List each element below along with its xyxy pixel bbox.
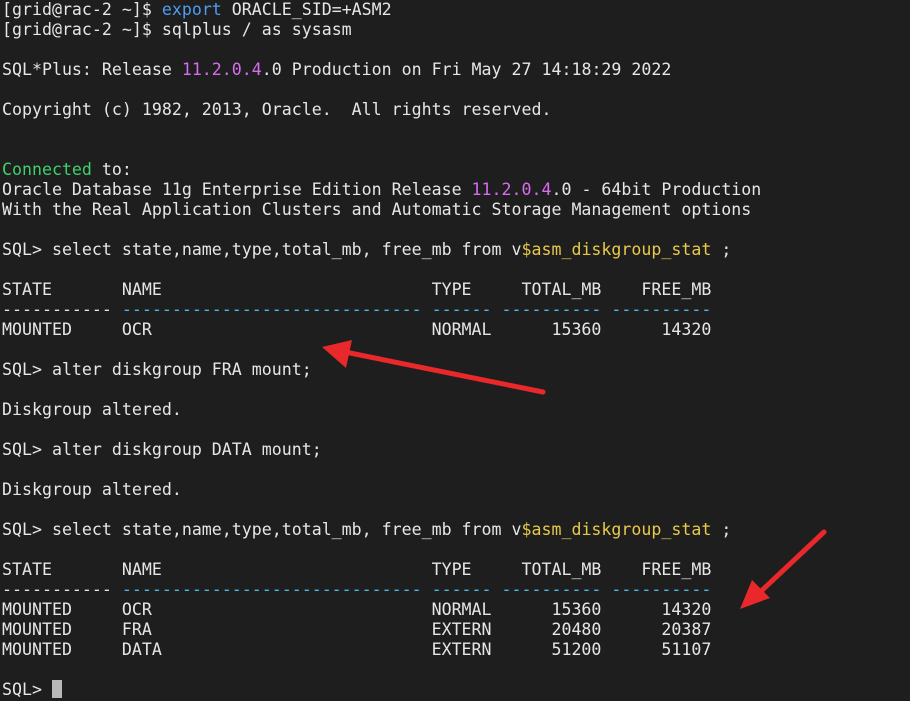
table-row: MOUNTED DATA EXTERN 51200 51107 (2, 640, 712, 659)
sql-query-1: SQL> select state,name,type,total_mb, fr… (2, 240, 731, 260)
divider-rest: ------------------------------ ------ --… (121, 300, 712, 319)
text-cursor[interactable] (51, 680, 62, 698)
divider-rest: ------------------------------ ------ --… (121, 580, 712, 599)
divider-state: ----------- (2, 300, 122, 319)
copyright-line: Copyright (c) 1982, 2013, Oracle. All ri… (2, 100, 552, 119)
query-end: ; (711, 240, 732, 259)
table-row: MOUNTED OCR NORMAL 15360 14320 (2, 320, 712, 339)
table-row: MOUNTED OCR NORMAL 15360 14320 (2, 600, 712, 619)
sql-prompt: SQL> (2, 680, 52, 699)
connected-line: Connected to: (2, 160, 132, 180)
banner-text: SQL*Plus: Release (2, 60, 182, 79)
export-keyword: export (161, 0, 222, 19)
sqlplus-banner: SQL*Plus: Release 11.2.0.4.0 Production … (2, 60, 671, 80)
divider-state: ----------- (2, 580, 122, 599)
table-divider-1: ----------- ----------------------------… (2, 300, 711, 320)
sql-alter-data: SQL> alter diskgroup DATA mount; (2, 440, 322, 459)
options-line: With the Real Application Clusters and A… (2, 200, 752, 219)
alter-result: Diskgroup altered. (2, 480, 182, 499)
sqlplus-command: sqlplus / as sysasm (161, 20, 352, 39)
query-text: SQL> select state,name,type,total_mb, fr… (2, 520, 522, 539)
alter-result: Diskgroup altered. (2, 400, 182, 419)
shell-prompt: [grid@rac-2 ~]$ (2, 0, 162, 19)
sql-alter-fra: SQL> alter diskgroup FRA mount; (2, 360, 312, 379)
terminal-window[interactable]: [grid@rac-2 ~]$ export ORACLE_SID=+ASM2 … (0, 0, 910, 701)
db-version-text: Oracle Database 11g Enterprise Edition R… (2, 180, 472, 199)
shell-prompt: [grid@rac-2 ~]$ (2, 20, 162, 39)
connected-to: to: (91, 160, 132, 179)
table-row: MOUNTED FRA EXTERN 20480 20387 (2, 620, 712, 639)
sql-query-2: SQL> select state,name,type,total_mb, fr… (2, 520, 731, 540)
query-text: SQL> select state,name,type,total_mb, fr… (2, 240, 522, 259)
connected-word: Connected (2, 160, 92, 179)
table-divider-2: ----------- ----------------------------… (2, 580, 711, 600)
db-version-line: Oracle Database 11g Enterprise Edition R… (2, 180, 761, 200)
db-version-text-end: .0 - 64bit Production (551, 180, 762, 199)
db-release-version: 11.2.0.4 (471, 180, 552, 199)
release-version: 11.2.0.4 (181, 60, 262, 79)
view-name: $asm_diskgroup_stat (521, 240, 712, 259)
export-args: ORACLE_SID=+ASM2 (221, 0, 392, 19)
table-header-1: STATE NAME TYPE TOTAL_MB FREE_MB (2, 280, 712, 299)
banner-text-end: .0 Production on Fri May 27 14:18:29 202… (261, 60, 672, 79)
view-name: $asm_diskgroup_stat (521, 520, 712, 539)
query-end: ; (711, 520, 732, 539)
sql-prompt-line[interactable]: SQL> (2, 680, 62, 700)
shell-line-export: [grid@rac-2 ~]$ export ORACLE_SID=+ASM2 (2, 0, 392, 20)
shell-line-sqlplus: [grid@rac-2 ~]$ sqlplus / as sysasm (2, 20, 352, 40)
table-header-2: STATE NAME TYPE TOTAL_MB FREE_MB (2, 560, 712, 579)
